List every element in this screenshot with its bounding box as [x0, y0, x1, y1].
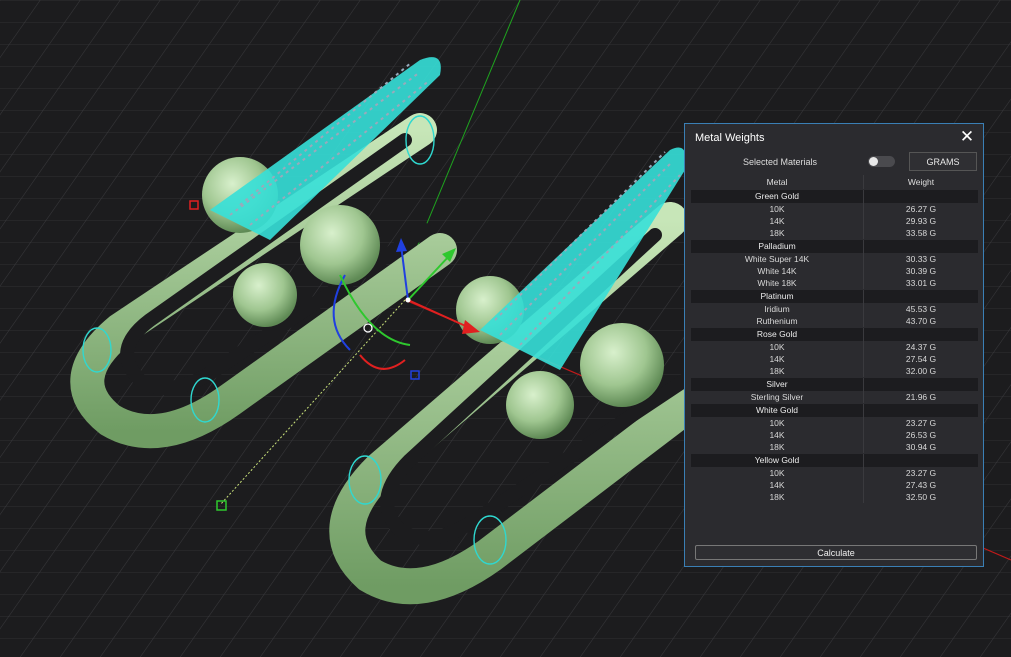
metal-weight: 27.43 G: [905, 480, 937, 490]
metal-weight: 32.50 G: [905, 492, 937, 502]
table-row[interactable]: 14K 27.54 G: [691, 353, 978, 365]
metal-group-header: Rose Gold: [691, 328, 978, 341]
metal-name: 10K: [769, 468, 785, 478]
link-left-ball-low: [233, 263, 297, 327]
column-header-weight: Weight: [907, 177, 935, 187]
selected-materials-label: Selected Materials: [743, 157, 818, 167]
metal-name: 10K: [769, 418, 785, 428]
table-row[interactable]: 14K 26.53 G: [691, 429, 978, 441]
table-row[interactable]: 14K 29.93 G: [691, 215, 978, 227]
table-row[interactable]: White 14K 30.39 G: [691, 265, 978, 277]
metal-group-name: Yellow Gold: [754, 455, 800, 465]
metal-weight: 30.39 G: [905, 266, 937, 276]
table-row[interactable]: 10K 23.27 G: [691, 467, 978, 479]
metal-weight: 45.53 G: [905, 304, 937, 314]
table-row[interactable]: 14K 27.43 G: [691, 479, 978, 491]
metal-group-header: Silver: [691, 378, 978, 391]
metal-weight: 33.58 G: [905, 228, 937, 238]
metal-group-name: White Gold: [755, 405, 799, 415]
metal-name: 14K: [769, 354, 785, 364]
metal-group-name: Platinum: [760, 291, 794, 301]
calculate-button[interactable]: Calculate: [695, 545, 977, 560]
table-row[interactable]: 18K 33.58 G: [691, 227, 978, 239]
metal-name: 14K: [769, 430, 785, 440]
metal-weight: 26.27 G: [905, 204, 937, 214]
metal-group-header: Yellow Gold: [691, 454, 978, 467]
selected-materials-toggle[interactable]: [868, 156, 895, 167]
metal-name: 14K: [769, 480, 785, 490]
metal-weights-panel: Metal Weights ✕ Selected Materials GRAMS…: [684, 123, 984, 567]
column-divider: [863, 404, 864, 417]
metal-group-name: Palladium: [758, 241, 796, 251]
link-right-ball-low: [506, 371, 574, 439]
metal-name: White 14K: [757, 266, 797, 276]
weights-table: Green Gold 10K 26.27 G 14K 29.93 G 18K 33.58 G…: [691, 189, 978, 503]
metal-name: White Super 14K: [744, 254, 810, 264]
metal-group-header: White Gold: [691, 404, 978, 417]
metal-group-header: Green Gold: [691, 190, 978, 203]
table-header: Metal Weight: [691, 175, 978, 189]
metal-group-name: Silver: [766, 379, 788, 389]
metal-weight: 33.01 G: [905, 278, 937, 288]
metal-name: 10K: [769, 342, 785, 352]
metal-name: White 18K: [757, 278, 797, 288]
column-divider: [863, 328, 864, 341]
metal-name: Ruthenium: [756, 316, 798, 326]
metal-name: 14K: [769, 216, 785, 226]
metal-weight: 29.93 G: [905, 216, 937, 226]
metal-name: 18K: [769, 366, 785, 376]
metal-weight: 24.37 G: [905, 342, 937, 352]
metal-group-header: Platinum: [691, 290, 978, 303]
metal-weight: 30.94 G: [905, 442, 937, 452]
units-button[interactable]: GRAMS: [909, 152, 977, 171]
metal-name: 18K: [769, 492, 785, 502]
column-divider: [863, 290, 864, 303]
table-row[interactable]: Iridium 45.53 G: [691, 303, 978, 315]
metal-weight: 43.70 G: [905, 316, 937, 326]
column-divider: [863, 190, 864, 203]
metal-weight: 26.53 G: [905, 430, 937, 440]
column-header-metal: Metal: [766, 177, 788, 187]
metal-group-header: Palladium: [691, 240, 978, 253]
metal-weight: 23.27 G: [905, 418, 937, 428]
metal-name: Sterling Silver: [750, 392, 804, 402]
metal-weight: 27.54 G: [905, 354, 937, 364]
table-row[interactable]: 18K 32.50 G: [691, 491, 978, 503]
table-row[interactable]: 10K 23.27 G: [691, 417, 978, 429]
table-row[interactable]: 10K 26.27 G: [691, 203, 978, 215]
metal-weight: 30.33 G: [905, 254, 937, 264]
table-row[interactable]: Ruthenium 43.70 G: [691, 315, 978, 327]
column-divider: [863, 240, 864, 253]
metal-weight: 21.96 G: [905, 392, 937, 402]
table-row[interactable]: White 18K 33.01 G: [691, 277, 978, 289]
table-row[interactable]: 18K 32.00 G: [691, 365, 978, 377]
metal-group-name: Green Gold: [755, 191, 799, 201]
metal-weight: 32.00 G: [905, 366, 937, 376]
toggle-knob: [869, 157, 878, 166]
metal-name: 18K: [769, 228, 785, 238]
panel-title: Metal Weights: [695, 132, 765, 144]
metal-name: 18K: [769, 442, 785, 452]
gizmo-origin-point: [405, 297, 411, 303]
link-right-ball-right: [580, 323, 664, 407]
table-row[interactable]: 18K 30.94 G: [691, 441, 978, 453]
metal-group-name: Rose Gold: [756, 329, 798, 339]
metal-name: 10K: [769, 204, 785, 214]
metal-weight: 23.27 G: [905, 468, 937, 478]
table-row[interactable]: 10K 24.37 G: [691, 341, 978, 353]
metal-name: Iridium: [764, 304, 790, 314]
table-row[interactable]: White Super 14K 30.33 G: [691, 253, 978, 265]
link-left-ball-mid: [300, 205, 380, 285]
table-row[interactable]: Sterling Silver 21.96 G: [691, 391, 978, 403]
close-icon[interactable]: ✕: [957, 127, 977, 147]
column-divider: [863, 454, 864, 467]
column-divider: [863, 378, 864, 391]
